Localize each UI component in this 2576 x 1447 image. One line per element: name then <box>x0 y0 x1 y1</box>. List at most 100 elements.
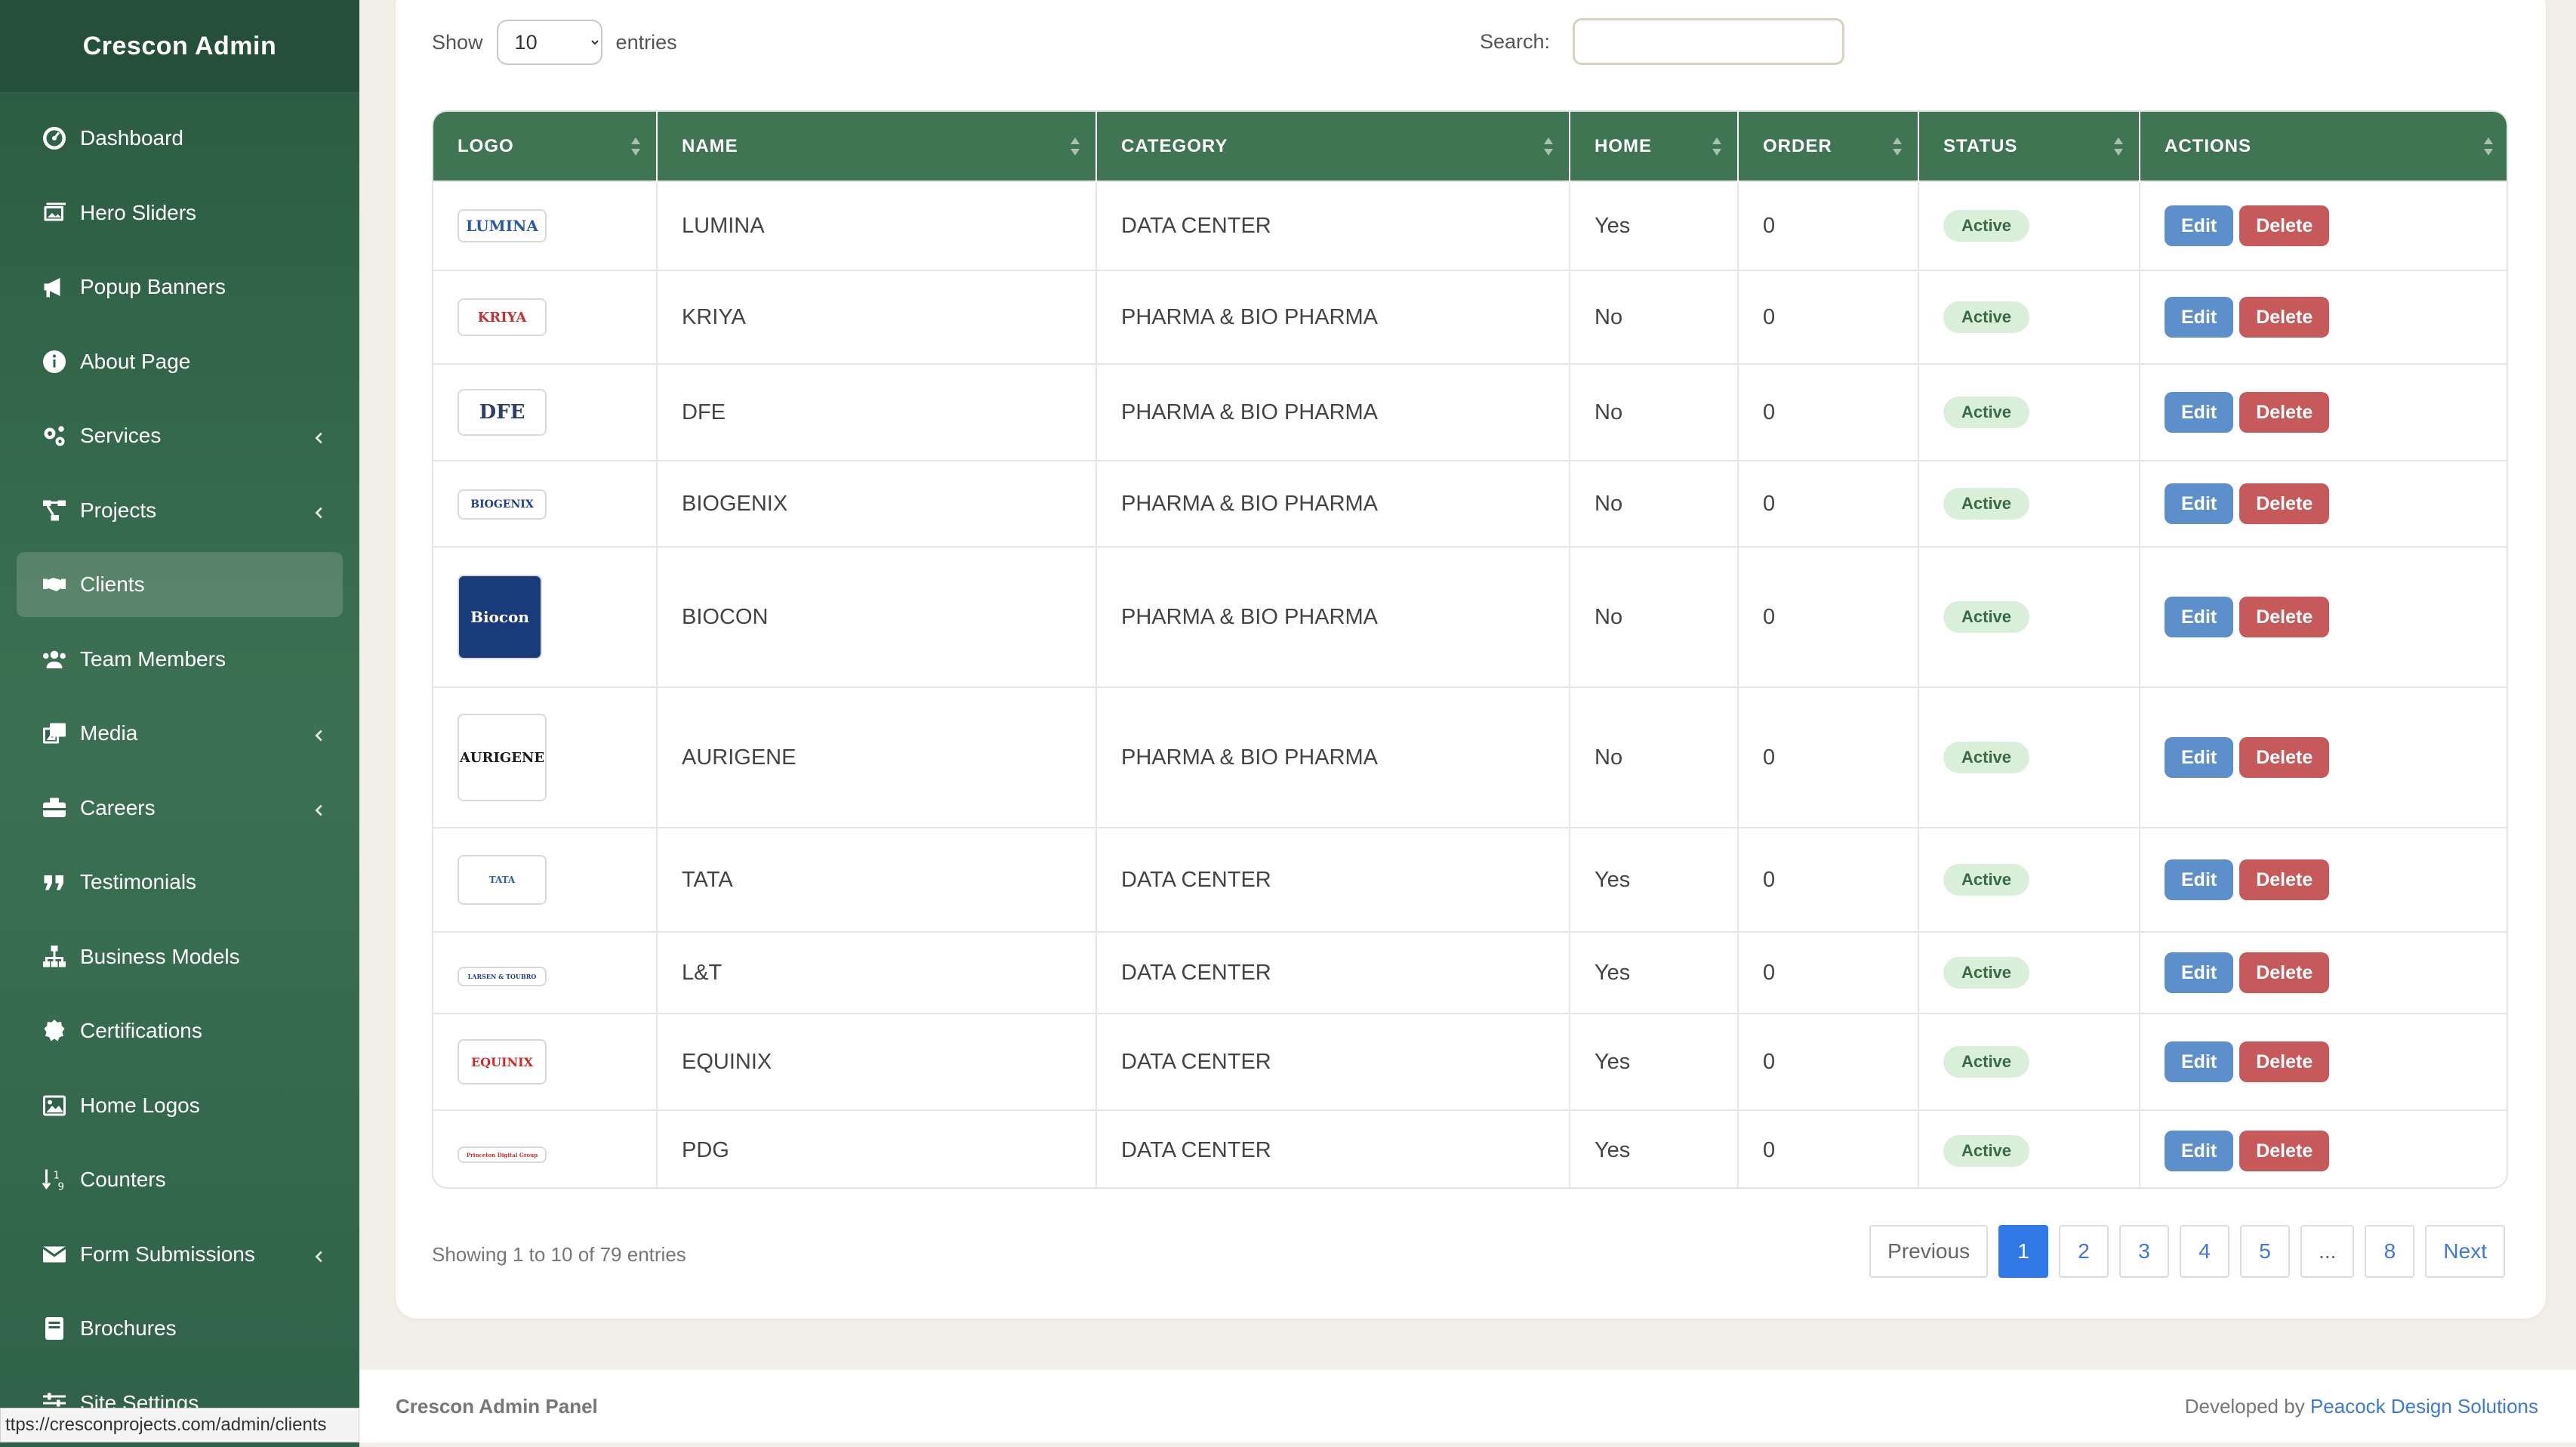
logo-cell: KRIYA <box>433 270 658 364</box>
table-body: LUMINA LUMINA DATA CENTER Yes 0 Active Edit Del… <box>433 180 2507 1187</box>
actions-cell: Edit Delete <box>2140 827 2507 932</box>
sidebar-item-dashboard[interactable]: Dashboard <box>17 106 343 171</box>
chevron-left-icon <box>311 800 328 816</box>
column-header-order[interactable]: ORDER <box>1738 112 1919 181</box>
logo-cell: LUMINA <box>433 180 658 270</box>
next-page-button[interactable]: Next <box>2425 1225 2505 1278</box>
sidebar-item-hero-sliders[interactable]: Hero Sliders <box>17 180 343 245</box>
delete-button[interactable]: Delete <box>2239 483 2330 524</box>
home-cell: Yes <box>1570 1013 1739 1110</box>
delete-button[interactable]: Delete <box>2239 1041 2330 1082</box>
sidebar-item-business-models[interactable]: Business Models <box>17 924 343 989</box>
quote-icon <box>39 867 69 897</box>
edit-button[interactable]: Edit <box>2165 737 2234 778</box>
sidebar-item-label: Dashboard <box>80 126 183 150</box>
sidebar-item-about-page[interactable]: About Page <box>17 329 343 394</box>
actions-cell: Edit Delete <box>2140 270 2507 364</box>
sidebar-item-counters[interactable]: 1 9 Counters <box>17 1147 343 1212</box>
delete-button[interactable]: Delete <box>2239 737 2330 778</box>
sidebar-item-careers[interactable]: Careers <box>17 776 343 841</box>
status-cell: Active <box>1918 1013 2140 1110</box>
sidebar-item-label: Counters <box>80 1168 166 1191</box>
handshake-icon <box>39 569 69 600</box>
certificate-icon <box>39 1016 69 1046</box>
entries-select[interactable]: 10 <box>496 20 602 65</box>
logo-cell: AURIGENE <box>433 686 658 828</box>
page-button[interactable]: 5 <box>2240 1225 2291 1278</box>
actions-cell: Edit Delete <box>2140 931 2507 1014</box>
sidebar-item-projects[interactable]: Projects <box>17 478 343 543</box>
delete-button[interactable]: Delete <box>2239 1130 2330 1171</box>
sidebar-item-form-submissions[interactable]: Form Submissions <box>17 1222 343 1287</box>
sidebar-item-certifications[interactable]: Certifications <box>17 998 343 1063</box>
clients-table: LOGO NAME CATEGORY HOME ORDER STATUS ACTIONS L… <box>432 110 2508 1189</box>
column-header-name[interactable]: NAME <box>657 112 1097 181</box>
column-header-label: CATEGORY <box>1121 135 1228 156</box>
delete-button[interactable]: Delete <box>2239 952 2330 993</box>
page-button[interactable]: 4 <box>2180 1225 2230 1278</box>
category-cell: DATA CENTER <box>1096 931 1570 1014</box>
client-logo: LUMINA <box>458 209 547 242</box>
page-button[interactable]: 1 <box>1998 1225 2049 1278</box>
delete-button[interactable]: Delete <box>2239 859 2330 900</box>
sidebar-item-brochures[interactable]: Brochures <box>17 1296 343 1361</box>
status-badge: Active <box>1943 301 2030 333</box>
photo-video-icon <box>39 718 69 748</box>
page-button[interactable]: 3 <box>2119 1225 2170 1278</box>
edit-button[interactable]: Edit <box>2165 1130 2234 1171</box>
sidebar-item-services[interactable]: Services <box>17 403 343 468</box>
column-header-label: ACTIONS <box>2165 135 2251 156</box>
column-header-status[interactable]: STATUS <box>1918 112 2140 181</box>
edit-button[interactable]: Edit <box>2165 1041 2234 1082</box>
search-input[interactable] <box>1573 18 1845 65</box>
sidebar-item-home-logos[interactable]: Home Logos <box>17 1073 343 1138</box>
delete-button[interactable]: Delete <box>2239 392 2330 433</box>
brand-title[interactable]: Crescon Admin <box>0 0 359 94</box>
order-cell: 0 <box>1738 827 1919 932</box>
edit-button[interactable]: Edit <box>2165 952 2234 993</box>
sidebar-item-popup-banners[interactable]: Popup Banners <box>17 255 343 319</box>
column-header-actions[interactable]: ACTIONS <box>2140 112 2507 181</box>
category-cell: DATA CENTER <box>1096 1013 1570 1110</box>
delete-button[interactable]: Delete <box>2239 205 2330 246</box>
page-button[interactable]: 2 <box>2059 1225 2109 1278</box>
sidebar-item-label: Certifications <box>80 1019 202 1042</box>
edit-button[interactable]: Edit <box>2165 392 2234 433</box>
edit-button[interactable]: Edit <box>2165 597 2234 637</box>
sidebar-item-clients[interactable]: Clients <box>17 552 343 617</box>
column-header-home[interactable]: HOME <box>1570 112 1739 181</box>
sidebar-item-media[interactable]: Media <box>17 701 343 766</box>
actions-cell: Edit Delete <box>2140 460 2507 547</box>
developer-link[interactable]: Peacock Design Solutions <box>2310 1395 2538 1418</box>
edit-button[interactable]: Edit <box>2165 859 2234 900</box>
order-cell: 0 <box>1738 1109 1919 1187</box>
order-cell: 0 <box>1738 1013 1919 1110</box>
page-button[interactable]: 8 <box>2365 1225 2415 1278</box>
delete-button[interactable]: Delete <box>2239 597 2330 637</box>
edit-button[interactable]: Edit <box>2165 483 2234 524</box>
status-badge: Active <box>1943 1046 2030 1078</box>
previous-page-button[interactable]: Previous <box>1869 1225 1989 1278</box>
edit-button[interactable]: Edit <box>2165 205 2234 246</box>
page-footer: Crescon Admin Panel Developed by Peacock… <box>359 1370 2576 1442</box>
logo-cell: BIOGENIX <box>433 460 658 547</box>
column-header-category[interactable]: CATEGORY <box>1096 112 1570 181</box>
sidebar-item-label: About Page <box>80 349 191 373</box>
entries-control: Show 10 entries <box>432 15 677 69</box>
chevron-left-icon <box>311 427 328 444</box>
sidebar-item-team-members[interactable]: Team Members <box>17 627 343 692</box>
category-cell: DATA CENTER <box>1096 827 1570 932</box>
sidebar-item-testimonials[interactable]: Testimonials <box>17 850 343 915</box>
logo-cell: DFE <box>433 363 658 461</box>
pagination: Previous 1 2 3 4 5... 8 Next <box>1859 1225 2505 1278</box>
client-logo: Biocon <box>458 575 542 659</box>
status-url: ttps://cresconprojects.com/admin/clients <box>0 1408 359 1442</box>
status-badge: Active <box>1943 488 2030 520</box>
client-logo: EQUINIX <box>458 1039 547 1084</box>
column-header-logo[interactable]: LOGO <box>433 112 658 181</box>
image-icon <box>39 1091 69 1121</box>
delete-button[interactable]: Delete <box>2239 297 2330 338</box>
bullhorn-icon <box>39 272 69 302</box>
book-icon <box>39 1313 69 1344</box>
edit-button[interactable]: Edit <box>2165 297 2234 338</box>
